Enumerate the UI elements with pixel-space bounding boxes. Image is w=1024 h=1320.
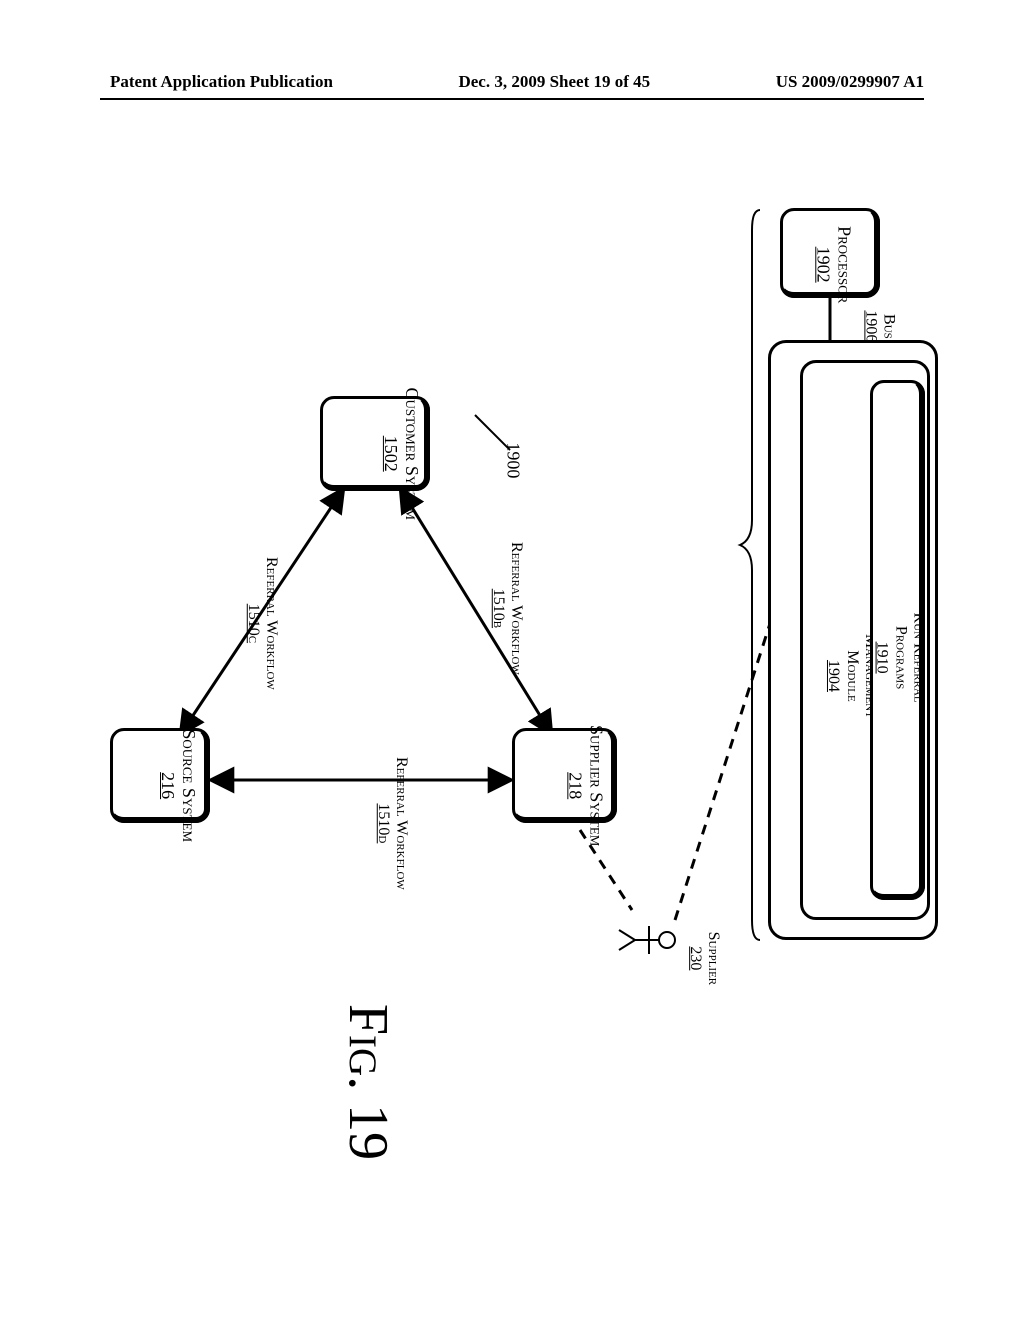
processor-label: Processor 1902 <box>813 226 854 303</box>
source-system-label: Source System 216 <box>158 729 199 842</box>
supplier-system-label: Supplier System 218 <box>565 725 606 846</box>
figure-ref-number: 1900 <box>503 442 524 478</box>
figure-caption: Fig. 19 <box>336 1004 400 1160</box>
workflow-b-label: Referral Workflow 1510b <box>488 542 525 675</box>
header-rule <box>100 98 924 100</box>
workflow-c-label: Referral Workflow 1510c <box>243 557 280 690</box>
diagram-stage: 1900 Customer System 1502 Source System … <box>80 150 944 1240</box>
supplier-actor-label: Supplier 230 <box>685 932 722 986</box>
bus-label: Bus 1906 <box>861 310 898 342</box>
page-header: Patent Application Publication Dec. 3, 2… <box>0 72 1024 92</box>
header-right: US 2009/0299907 A1 <box>776 72 924 92</box>
header-mid: Dec. 3, 2009 Sheet 19 of 45 <box>458 72 650 92</box>
workflow-d-label: Referral Workflow 1510d <box>373 757 410 890</box>
header-left: Patent Application Publication <box>110 72 333 92</box>
customer-system-label: Customer System 1502 <box>381 387 422 519</box>
run-referral-label: Run Referral Programs 1910 <box>872 578 927 738</box>
